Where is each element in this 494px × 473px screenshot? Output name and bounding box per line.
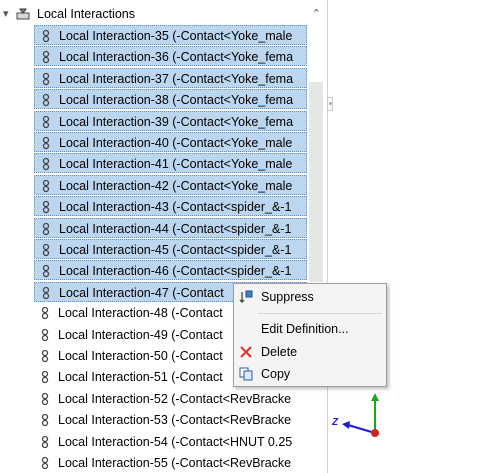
local-interaction-icon: [41, 349, 49, 363]
menu-separator: [258, 313, 382, 314]
local-interaction-icon: [42, 94, 50, 107]
tree-item-label: Local Interaction-49 (-Contact: [58, 327, 223, 342]
local-interaction-icon: [42, 222, 50, 235]
tree-item-local-interaction[interactable]: Local Interaction-44 (-Contact<spider_&-…: [34, 217, 307, 238]
tree-item-local-interaction[interactable]: Local Interaction-43 (-Contact<spider_&-…: [34, 196, 307, 217]
tree-item-label: Local Interaction-39 (-Contact<Yoke_fema: [59, 114, 294, 129]
local-interaction-icon: [42, 115, 50, 128]
tree-item-local-interaction[interactable]: Local Interaction-46 (-Contact<spider_&-…: [34, 260, 307, 281]
menu-item-label: Suppress: [261, 290, 314, 304]
local-interactions-folder-icon: [16, 8, 30, 20]
tree-item-local-interaction[interactable]: Local Interaction-40 (-Contact<Yoke_male: [34, 132, 307, 152]
menu-item-label: Edit Definition...: [261, 322, 349, 336]
tree-item-label: Local Interaction-41 (-Contact<Yoke_male: [59, 157, 293, 172]
axis-triad-icon: [342, 393, 379, 437]
menu-item-label: Delete: [261, 345, 298, 359]
tree-item-local-interaction[interactable]: Local Interaction-42 (-Contact<Yoke_male: [34, 174, 307, 195]
tree-item-local-interaction[interactable]: Local Interaction-36 (-Contact<Yoke_fema: [34, 46, 307, 67]
tree-item-label: Local Interaction-51 (-Contact: [58, 370, 223, 385]
tree-item-label: Local Interaction-47 (-Contact: [59, 285, 224, 300]
tree-item-local-interaction[interactable]: Local Interaction-35 (-Contact<Yoke_male: [34, 25, 307, 45]
collapse-caret-icon[interactable]: ▾: [3, 4, 9, 24]
menu-item-edit-definition[interactable]: Edit Definition...: [234, 318, 386, 340]
suppress-icon: [239, 290, 253, 303]
menu-item-copy[interactable]: Copy: [234, 363, 386, 385]
local-interaction-icon: [42, 286, 50, 299]
local-interaction-icon: [41, 371, 49, 384]
local-interaction-icon: [42, 265, 50, 278]
tree-item-label: Local Interaction-44 (-Contact<spider_&-…: [59, 221, 292, 236]
tree-item-label: Local Interaction-38 (-Contact<Yoke_fema: [59, 93, 294, 108]
tree-item-label: Local Interaction-37 (-Contact<Yoke_fema: [59, 71, 294, 86]
tree-item-label: Local Interaction-42 (-Contact<Yoke_male: [59, 178, 293, 193]
tree-item-label: Local Interaction-50 (-Contact: [58, 349, 223, 363]
tree-item-label: Local Interaction-54 (-Contact<HNUT 0.25: [58, 434, 293, 449]
local-interaction-icon: [41, 414, 49, 427]
folder-label: Local Interactions: [37, 7, 135, 21]
local-interaction-icon: [42, 72, 50, 85]
local-interaction-icon: [41, 328, 49, 341]
tree-item-label: Local Interaction-48 (-Contact: [58, 306, 223, 321]
local-interaction-icon: [41, 435, 49, 448]
tree-item-label: Local Interaction-35 (-Contact<Yoke_male: [59, 29, 293, 43]
tree-item-local-interaction[interactable]: Local Interaction-37 (-Contact<Yoke_fema: [34, 67, 307, 88]
menu-item-delete[interactable]: Delete: [234, 341, 386, 363]
tree-item-label: Local Interaction-52 (-Contact<RevBracke: [58, 391, 292, 406]
local-interaction-icon: [42, 179, 50, 192]
scrollbar-thumb[interactable]: [309, 82, 323, 282]
copy-icon: [239, 367, 253, 381]
tree-item-local-interaction[interactable]: Local Interaction-45 (-Contact<spider_&-…: [34, 239, 307, 259]
tree-item-label: Local Interaction-55 (-Contact<RevBracke: [58, 456, 292, 470]
z-axis-label: Z: [332, 417, 339, 428]
menu-item-suppress[interactable]: Suppress: [234, 286, 386, 308]
local-interaction-icon: [42, 201, 50, 214]
tree-item-local-interaction[interactable]: Local Interaction-53 (-Contact<RevBracke: [34, 410, 307, 430]
tree-item-label: Local Interaction-40 (-Contact<Yoke_male: [59, 136, 293, 150]
local-interaction-icon: [42, 243, 50, 257]
tree-item-local-interaction[interactable]: Local Interaction-39 (-Contact<Yoke_fema: [34, 110, 307, 131]
local-interaction-icon: [42, 29, 50, 43]
tree-item-label: Local Interaction-45 (-Contact<spider_&-…: [59, 243, 292, 257]
scroll-up-arrow-icon[interactable]: ⌃: [312, 4, 321, 24]
tree-item-local-interaction[interactable]: Local Interaction-38 (-Contact<Yoke_fema: [34, 89, 307, 110]
context-menu: Suppress Edit Definition... Delete Copy: [233, 283, 387, 387]
tree-item-local-interaction[interactable]: Local Interaction-54 (-Contact<HNUT 0.25: [34, 432, 307, 452]
menu-item-label: Copy: [261, 367, 291, 381]
tree-item-label: Local Interaction-53 (-Contact<RevBracke: [58, 413, 292, 428]
local-interaction-icon: [42, 136, 50, 150]
tree-item-local-interaction[interactable]: Local Interaction-55 (-Contact<RevBracke: [34, 453, 307, 473]
tree-item-label: Local Interaction-46 (-Contact<spider_&-…: [59, 264, 292, 279]
tree-item-label: Local Interaction-43 (-Contact<spider_&-…: [59, 200, 292, 215]
local-interaction-icon: [41, 456, 49, 470]
local-interaction-icon: [41, 307, 49, 320]
panel-splitter-handle[interactable]: [327, 97, 333, 111]
local-interaction-icon: [41, 392, 49, 405]
delete-x-icon: [240, 346, 252, 358]
local-interaction-icon: [42, 158, 50, 171]
tree-item-local-interaction[interactable]: Local Interaction-41 (-Contact<Yoke_male: [34, 153, 307, 174]
local-interactions-folder[interactable]: ▾ Local Interactions ⌃: [0, 4, 327, 24]
feature-tree: ▾ Local Interactions ⌃ Local Interaction…: [0, 0, 327, 473]
tree-item-local-interaction[interactable]: Local Interaction-52 (-Contact<RevBracke: [34, 389, 307, 409]
tree-item-label: Local Interaction-36 (-Contact<Yoke_fema: [59, 50, 294, 65]
local-interaction-icon: [42, 51, 50, 64]
